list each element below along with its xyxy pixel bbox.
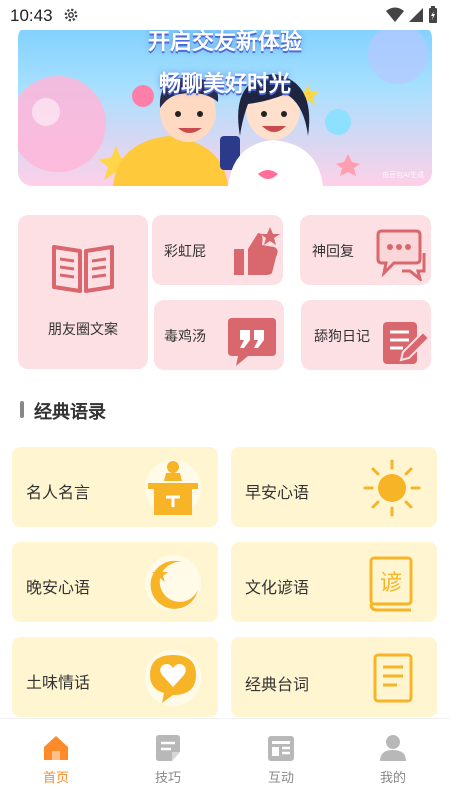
status-time: 10:43 [10, 6, 53, 25]
signal-icon [409, 8, 423, 22]
nav-label-interaction: 互动 [267, 771, 294, 786]
script-document-icon [373, 653, 413, 703]
quote-card-label: 经典台词 [245, 675, 310, 694]
feature-god-reply-card[interactable]: 神回复 [300, 215, 431, 285]
status-indicators [386, 6, 438, 24]
quote-card-famous-quotes[interactable]: 名人名言 [12, 447, 218, 527]
status-bar: 10:43 [0, 0, 450, 30]
svg-text:谚: 谚 [380, 571, 402, 596]
promo-banner[interactable]: 开启交友新体验 畅聊美好时光 由豆包AI生成 [18, 24, 432, 186]
nav-label-profile: 我的 [379, 771, 406, 786]
wifi-icon [386, 7, 404, 22]
quote-card-label: 早安心语 [245, 483, 310, 502]
sun-icon [363, 459, 421, 517]
feature-friend-circle-label: 朋友圈文案 [48, 322, 118, 338]
feature-simp-diary-label: 舔狗日记 [314, 329, 370, 345]
nav-label-home: 首页 [42, 771, 69, 786]
notepad-pen-icon [383, 322, 431, 364]
feature-rainbow-fart-label: 彩虹屁 [164, 244, 206, 260]
tips-note-icon [156, 735, 180, 761]
home-icon [44, 736, 68, 760]
battery-icon [429, 6, 437, 23]
quote-mark-icon [228, 318, 276, 366]
interaction-board-icon [268, 736, 294, 761]
chat-bubble-icon [376, 229, 426, 281]
nav-label-tips: 技巧 [154, 771, 181, 786]
banner-watermark: 由豆包AI生成 [382, 171, 424, 179]
settings-gear-icon [64, 8, 78, 22]
section-title-bar [20, 401, 24, 418]
quote-card-label: 晚安心语 [26, 578, 91, 597]
nav-item-tips[interactable]: 技巧 [123, 733, 213, 786]
feature-poison-soup-card[interactable]: 毒鸡汤 [154, 300, 284, 370]
quote-card-label: 名人名言 [26, 483, 91, 502]
quote-card-cheesy-lines[interactable]: 土味情话 [12, 637, 218, 717]
feature-god-reply-label: 神回复 [312, 244, 354, 260]
nav-item-interaction[interactable]: 互动 [236, 733, 326, 786]
feature-simp-diary-card[interactable]: 舔狗日记 [301, 300, 431, 370]
section-title: 经典语录 [34, 402, 106, 423]
quote-card-label: 土味情话 [26, 673, 91, 692]
banner-title-line2: 畅聊美好时光 [158, 72, 291, 97]
thumbs-up-icon [234, 227, 280, 275]
nav-item-profile[interactable]: 我的 [348, 733, 438, 786]
heart-icon [145, 650, 201, 706]
open-book-icon [52, 245, 114, 293]
nav-item-home[interactable]: 首页 [11, 733, 101, 786]
quote-card-classic-lines[interactable]: 经典台词 [231, 637, 437, 717]
quote-card-good-night[interactable]: 晚安心语 [12, 542, 218, 622]
user-profile-icon [380, 735, 406, 761]
proverb-book-icon: 谚 [369, 556, 413, 612]
quote-card-proverbs[interactable]: 文化谚语 谚 [231, 542, 437, 622]
feature-friend-circle-card[interactable]: 朋友圈文案 [18, 215, 148, 369]
bottom-nav: 首页 技巧 互动 我的 [0, 718, 450, 800]
feature-poison-soup-label: 毒鸡汤 [164, 329, 206, 345]
quote-card-label: 文化谚语 [245, 578, 310, 597]
moon-star-icon [145, 555, 201, 611]
feature-rainbow-fart-card[interactable]: 彩虹屁 [152, 215, 283, 285]
podium-speaker-icon [145, 460, 201, 516]
quote-card-good-morning[interactable]: 早安心语 [231, 447, 437, 527]
